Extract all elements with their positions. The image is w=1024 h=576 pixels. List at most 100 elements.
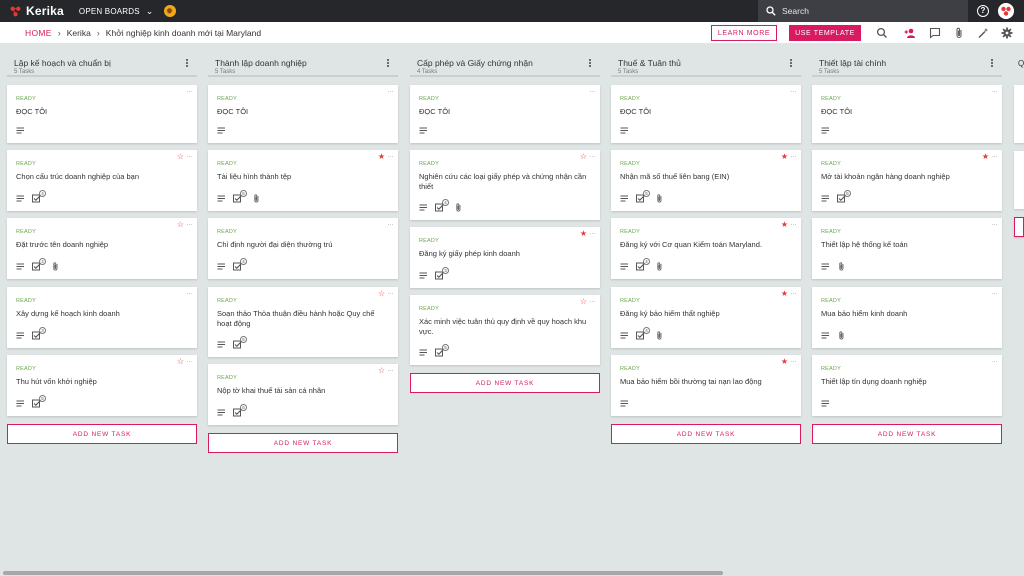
task-card[interactable]: ★… READY Tài liệu hình thành tệp 5 <box>208 150 398 211</box>
star-icon[interactable]: ★ <box>781 290 788 298</box>
task-card[interactable]: ★… READY Đăng ký với Cơ quan Kiểm toán Mar… <box>611 218 801 279</box>
avatar[interactable] <box>998 3 1014 19</box>
star-icon[interactable]: ★ <box>580 230 587 238</box>
horizontal-scrollbar[interactable] <box>3 571 723 575</box>
column-title[interactable]: Thuế & Tuân thủ <box>618 58 681 68</box>
column-title[interactable]: Cấp phép và Giấy chứng nhận <box>417 58 533 68</box>
task-card[interactable]: … READY Thiết lập tín dụng doanh nghiệp <box>812 355 1002 416</box>
search-input[interactable]: Search <box>758 0 968 22</box>
add-new-task-button[interactable]: ADD NEW TASK <box>410 373 600 393</box>
more-vert-icon[interactable] <box>588 58 592 68</box>
task-card[interactable]: … READY ĐỌC TÔI <box>208 85 398 143</box>
task-card[interactable]: … READY ĐỌC TÔI <box>7 85 197 143</box>
task-card[interactable]: ☆… READY Đặt trước tên doanh nghiệp 4 <box>7 218 197 279</box>
task-card[interactable]: ☆… READY Soạn thảo Thỏa thuận điều hành ho… <box>208 287 398 357</box>
use-template-button[interactable]: USE TEMPLATE <box>789 25 861 41</box>
add-new-task-button[interactable]: ADD NEW TASK <box>812 424 1002 444</box>
more-vert-icon[interactable] <box>990 58 994 68</box>
task-icons: 5 <box>821 190 851 203</box>
more-horiz-icon[interactable]: … <box>589 152 596 160</box>
more-horiz-icon[interactable]: … <box>790 289 797 297</box>
task-card[interactable]: … READY ĐỌC TÔI <box>611 85 801 143</box>
column-title[interactable]: Thiết lập tài chính <box>819 58 886 68</box>
breadcrumb-team[interactable]: Kerika <box>67 28 91 38</box>
task-card[interactable]: ☆… READY Thu hút vốn khởi nghiệp 5 <box>7 355 197 416</box>
more-horiz-icon[interactable]: … <box>387 87 394 95</box>
more-horiz-icon[interactable]: … <box>991 357 998 365</box>
more-horiz-icon[interactable]: … <box>991 220 998 228</box>
wand-icon[interactable] <box>977 27 989 39</box>
task-card[interactable]: ☆… READY Chọn cấu trúc doanh nghiệp của bạ… <box>7 150 197 211</box>
more-horiz-icon[interactable]: … <box>790 357 797 365</box>
more-horiz-icon[interactable]: … <box>387 366 394 374</box>
star-icon[interactable]: ★ <box>982 153 989 161</box>
more-horiz-icon[interactable]: … <box>790 87 797 95</box>
more-horiz-icon[interactable]: … <box>589 297 596 305</box>
task-card[interactable]: ★… READY Mở tài khoản ngân hàng doanh nghi… <box>812 150 1002 211</box>
more-horiz-icon[interactable]: … <box>186 357 193 365</box>
task-card[interactable]: … READY ĐỌC TÔI <box>812 85 1002 143</box>
breadcrumb-home[interactable]: HOME <box>25 28 52 38</box>
chat-icon[interactable] <box>929 27 941 39</box>
attachment-icon[interactable] <box>953 27 965 39</box>
task-card[interactable]: ★… READY Nhận mã số thuế liên bang (EIN) 5 <box>611 150 801 211</box>
top-bar: Kerika OPEN BOARDS ⌄ ✹ Search ? <box>0 0 1024 22</box>
task-card[interactable]: ☆… READY Nghiên cứu các loại giấy phép và … <box>410 150 600 220</box>
more-horiz-icon[interactable]: … <box>790 152 797 160</box>
task-title: Soạn thảo Thỏa thuận điều hành hoặc Quy … <box>217 309 375 328</box>
task-card[interactable]: … READY Chỉ định người đại diện thường trú… <box>208 218 398 279</box>
settings-gear-icon[interactable] <box>1001 27 1013 39</box>
more-horiz-icon[interactable]: … <box>790 220 797 228</box>
partial-card[interactable] <box>1014 151 1024 209</box>
more-horiz-icon[interactable]: … <box>387 152 394 160</box>
open-boards-menu[interactable]: OPEN BOARDS ⌄ <box>79 6 154 17</box>
partial-card[interactable] <box>1014 85 1024 143</box>
star-outline-icon[interactable]: ☆ <box>177 153 184 161</box>
more-horiz-icon[interactable]: … <box>589 87 596 95</box>
more-horiz-icon[interactable]: … <box>387 289 394 297</box>
task-card[interactable]: ★… READY Mua bảo hiểm bồi thường tai nạn l… <box>611 355 801 416</box>
partial-add-button[interactable] <box>1014 217 1024 237</box>
star-outline-icon[interactable]: ☆ <box>378 290 385 298</box>
star-outline-icon[interactable]: ☆ <box>177 221 184 229</box>
star-icon[interactable]: ★ <box>781 153 788 161</box>
sun-icon[interactable]: ✹ <box>163 5 176 17</box>
task-card[interactable]: … READY Xây dựng kế hoạch kinh doanh 3 <box>7 287 197 348</box>
task-card[interactable]: ★… READY Đăng ký bảo hiểm thất nghiệp 4 <box>611 287 801 348</box>
more-horiz-icon[interactable]: … <box>186 289 193 297</box>
more-vert-icon[interactable] <box>386 58 390 68</box>
add-new-task-button[interactable]: ADD NEW TASK <box>611 424 801 444</box>
task-card[interactable]: … READY Mua bảo hiểm kinh doanh <box>812 287 1002 348</box>
add-new-task-button[interactable]: ADD NEW TASK <box>7 424 197 444</box>
more-horiz-icon[interactable]: … <box>991 87 998 95</box>
more-vert-icon[interactable] <box>789 58 793 68</box>
star-outline-icon[interactable]: ☆ <box>177 358 184 366</box>
more-horiz-icon[interactable]: … <box>186 152 193 160</box>
task-card[interactable]: ☆… READY Xác minh việc tuân thủ quy định v… <box>410 295 600 365</box>
task-card[interactable]: … READY ĐỌC TÔI <box>410 85 600 143</box>
learn-more-button[interactable]: LEARN MORE <box>711 25 777 41</box>
more-horiz-icon[interactable]: … <box>387 220 394 228</box>
kerika-logo[interactable]: Kerika <box>9 4 64 18</box>
help-icon[interactable]: ? <box>977 5 989 17</box>
column-title[interactable]: Thành lập doanh nghiệp <box>215 58 307 68</box>
column-title[interactable]: Lập kế hoạch và chuẩn bị <box>14 58 111 68</box>
star-outline-icon[interactable]: ☆ <box>580 298 587 306</box>
more-vert-icon[interactable] <box>185 58 189 68</box>
more-horiz-icon[interactable]: … <box>991 289 998 297</box>
star-outline-icon[interactable]: ☆ <box>378 367 385 375</box>
more-horiz-icon[interactable]: … <box>589 229 596 237</box>
more-horiz-icon[interactable]: … <box>991 152 998 160</box>
task-card[interactable]: … READY Thiết lập hệ thống kế toán <box>812 218 1002 279</box>
star-icon[interactable]: ★ <box>781 358 788 366</box>
star-icon[interactable]: ★ <box>781 221 788 229</box>
task-card[interactable]: ☆… READY Nộp tờ khai thuế tài sản cá nhân 6 <box>208 364 398 425</box>
star-outline-icon[interactable]: ☆ <box>580 153 587 161</box>
task-card[interactable]: ★… READY Đăng ký giấy phép kinh doanh 3 <box>410 227 600 288</box>
add-new-task-button[interactable]: ADD NEW TASK <box>208 433 398 453</box>
more-horiz-icon[interactable]: … <box>186 220 193 228</box>
add-person-icon[interactable] <box>904 27 916 39</box>
star-icon[interactable]: ★ <box>378 153 385 161</box>
search-icon[interactable] <box>876 27 888 39</box>
more-horiz-icon[interactable]: … <box>186 87 193 95</box>
